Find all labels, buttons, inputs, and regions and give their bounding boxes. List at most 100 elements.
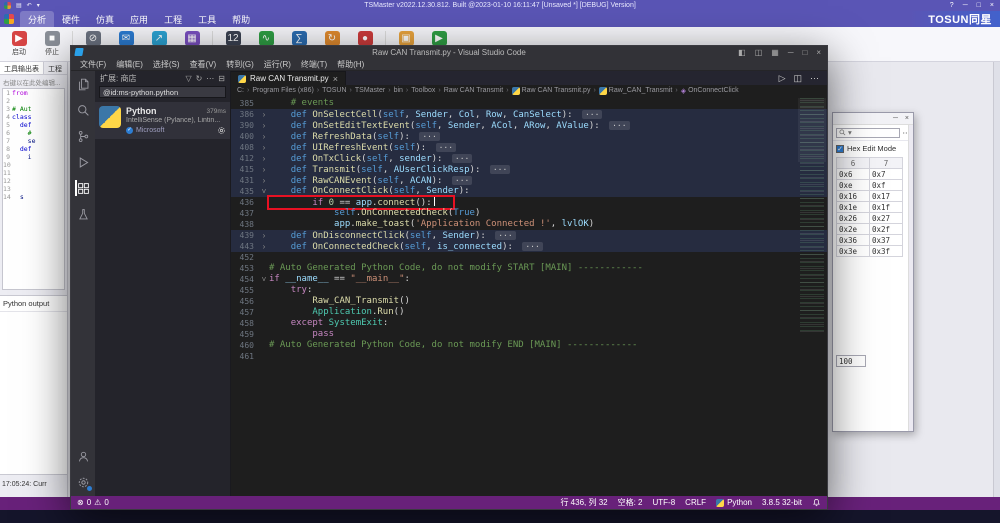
tab-close-icon[interactable]: × xyxy=(333,74,338,84)
fold-collapsed-icon[interactable]: › xyxy=(259,120,269,131)
hex-cell[interactable]: 0x6 xyxy=(836,168,870,180)
hex-cell[interactable]: 0x16 xyxy=(836,190,870,202)
extension-list-item[interactable]: Python 379ms IntelliSense (Pylance), Lin… xyxy=(95,102,230,139)
tsmaster-window-control[interactable]: □ xyxy=(977,2,981,9)
layout-toggle-icon[interactable]: ◧ xyxy=(738,48,746,57)
account-icon[interactable] xyxy=(75,448,91,464)
hex-value-field[interactable] xyxy=(836,355,866,367)
menu-item[interactable]: 选择(S) xyxy=(148,59,185,70)
ribbon-tab[interactable]: 工程 xyxy=(156,11,190,28)
hex-cell[interactable]: 0x1f xyxy=(869,201,903,213)
ribbon-tab[interactable]: 仿真 xyxy=(88,11,122,28)
menu-item[interactable]: 帮助(H) xyxy=(332,59,369,70)
search-caret-icon[interactable]: ▾ xyxy=(848,128,852,137)
line-number[interactable]: 443 xyxy=(231,241,259,252)
editor-tab-active[interactable]: Raw CAN Transmit.py × xyxy=(231,71,346,85)
line-number[interactable]: 385 xyxy=(231,98,259,109)
line-number[interactable]: 431 xyxy=(231,175,259,186)
mini-python-editor[interactable]: 1 from 2 3 # Aut 4 class 5 def 6 #7 se 8 def 9 i 10… xyxy=(2,88,65,290)
statusbar-item[interactable]: 行 436, 列 32 xyxy=(560,497,607,508)
statusbar-item[interactable]: CRLF xyxy=(685,498,706,507)
ribbon-tab[interactable]: 应用 xyxy=(122,11,156,28)
left-panel-tab[interactable]: 工程 xyxy=(44,62,66,74)
vscode-window-control[interactable]: ─ xyxy=(788,48,794,57)
breadcrumb-item[interactable]: Raw CAN Transmit.py xyxy=(511,86,590,95)
hex-cell[interactable]: 0x2f xyxy=(869,223,903,235)
fold-collapsed-icon[interactable]: › xyxy=(259,131,269,142)
extensions-search-input[interactable] xyxy=(99,86,226,98)
line-number[interactable]: 454 xyxy=(231,274,259,285)
left-panel-tab[interactable]: 工具输出表 xyxy=(0,62,44,74)
line-number[interactable]: 456 xyxy=(231,296,259,307)
extensions-icon[interactable] xyxy=(75,180,91,196)
line-number[interactable]: 437 xyxy=(231,208,259,219)
hex-window-scrollbar[interactable] xyxy=(908,125,913,431)
line-number[interactable]: 457 xyxy=(231,307,259,318)
fold-collapsed-icon[interactable]: › xyxy=(259,175,269,186)
line-number[interactable]: 438 xyxy=(231,219,259,230)
source-control-icon[interactable] xyxy=(75,128,91,144)
folded-code-ellipsis[interactable]: ··· xyxy=(581,110,603,119)
tsmaster-window-control[interactable]: × xyxy=(990,2,994,9)
code-editor[interactable]: 385 # events 386 › def OnSelectCell(self, … xyxy=(231,96,827,496)
undo-icon[interactable]: ↶ xyxy=(27,2,32,9)
menu-item[interactable]: 转到(G) xyxy=(221,59,259,70)
line-number[interactable]: 453 xyxy=(231,263,259,274)
breadcrumb-item[interactable]: C: xyxy=(237,87,244,94)
line-number[interactable]: 415 xyxy=(231,164,259,175)
hex-cell[interactable]: 0xe xyxy=(836,179,870,191)
layout-toggle-icon[interactable]: ◫ xyxy=(755,48,763,57)
folded-code-ellipsis[interactable]: ··· xyxy=(451,176,473,185)
extensions-header-icon[interactable]: ⊟ xyxy=(218,74,225,83)
hex-search-box[interactable]: ▾ xyxy=(836,127,900,138)
testing-icon[interactable] xyxy=(75,206,91,222)
tsmaster-window-control[interactable]: ? xyxy=(950,2,954,9)
editor-action-icon[interactable]: ⋯ xyxy=(810,73,819,84)
statusbar-item[interactable]: UTF-8 xyxy=(653,498,676,507)
ribbon-tab[interactable]: 工具 xyxy=(190,11,224,28)
breadcrumb-item[interactable]: Raw CAN Transmit xyxy=(444,87,504,94)
ribbon-tab[interactable]: 分析 xyxy=(20,10,55,28)
statusbar-item[interactable]: Python xyxy=(716,498,752,507)
fold-collapsed-icon[interactable]: › xyxy=(259,241,269,252)
hex-cell[interactable]: 0x3f xyxy=(869,245,903,257)
ribbon-button[interactable]: ■ 停止 xyxy=(37,31,67,57)
fold-collapsed-icon[interactable]: › xyxy=(259,109,269,120)
menu-item[interactable]: 终端(T) xyxy=(296,59,332,70)
line-number[interactable]: 386 xyxy=(231,109,259,120)
problems-indicator[interactable]: ⊗ 0 ⚠ 0 xyxy=(77,498,109,507)
fold-collapsed-icon[interactable]: › xyxy=(259,153,269,164)
folded-code-ellipsis[interactable]: ··· xyxy=(495,231,516,240)
ribbon-tab[interactable]: 帮助 xyxy=(224,11,258,28)
line-number[interactable]: 439 xyxy=(231,230,259,241)
folded-code-ellipsis[interactable]: ··· xyxy=(609,121,630,130)
line-number[interactable]: 459 xyxy=(231,329,259,340)
editor-action-icon[interactable]: ▷ xyxy=(779,73,786,84)
extension-gear-icon[interactable] xyxy=(217,126,226,135)
breadcrumb-item[interactable]: Raw_CAN_Transmit xyxy=(598,86,672,95)
vscode-window-control[interactable]: □ xyxy=(802,48,807,57)
ribbon-button[interactable]: ▶ 启动 xyxy=(4,31,34,57)
editor-action-icon[interactable]: ◫ xyxy=(793,73,802,84)
layout-toggle-icon[interactable]: ▦ xyxy=(771,48,779,57)
hex-cell[interactable]: 0x7 xyxy=(869,168,903,180)
extensions-header-icon[interactable]: ⋯ xyxy=(206,74,214,83)
folded-code-ellipsis[interactable]: ··· xyxy=(522,242,543,251)
fold-collapsed-icon[interactable]: › xyxy=(259,142,269,153)
hex-edit-mode-checkbox[interactable]: ✓ xyxy=(836,144,844,153)
statusbar-item[interactable]: 空格: 2 xyxy=(618,497,643,508)
breadcrumb-item[interactable]: TOSUN xyxy=(322,87,346,94)
hex-cell[interactable]: 0x27 xyxy=(869,212,903,224)
line-number[interactable]: 458 xyxy=(231,318,259,329)
folded-code-ellipsis[interactable]: ··· xyxy=(489,165,511,174)
fold-collapsed-icon[interactable]: › xyxy=(259,230,269,241)
save-icon[interactable]: ▤ xyxy=(16,2,22,9)
settings-gear-icon[interactable] xyxy=(75,474,92,491)
line-number[interactable]: 412 xyxy=(231,153,259,164)
hex-cell[interactable]: 0x17 xyxy=(869,190,903,202)
hex-cell[interactable]: 0x3e xyxy=(836,245,870,257)
minimap[interactable] xyxy=(798,98,826,333)
fold-expanded-icon[interactable]: ˅ xyxy=(259,274,269,285)
fold-expanded-icon[interactable]: ˅ xyxy=(259,186,269,197)
statusbar-item[interactable]: 3.8.5 32-bit xyxy=(762,498,802,507)
